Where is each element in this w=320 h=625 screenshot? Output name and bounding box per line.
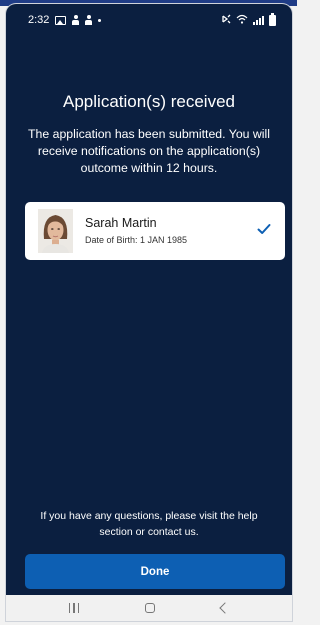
- home-icon[interactable]: [145, 603, 156, 613]
- applicant-name: Sarah Martin: [85, 216, 157, 230]
- done-button[interactable]: Done: [25, 554, 285, 589]
- back-icon[interactable]: [219, 602, 231, 614]
- help-text: If you have any questions, please visit …: [40, 510, 258, 538]
- confirmation-message: The application has been submitted. You …: [28, 127, 270, 175]
- phone-screen: 2:32 Application(s) received The applica…: [6, 4, 292, 621]
- gallery-icon: [55, 15, 67, 25]
- applicant-photo: [38, 209, 73, 253]
- page-title: Application(s) received: [63, 92, 235, 111]
- check-icon: [257, 224, 271, 234]
- recents-icon[interactable]: [68, 603, 80, 613]
- person-icon: [85, 15, 93, 25]
- status-left: 2:32: [28, 14, 102, 26]
- applicant-dob: Date of Birth: 1 JAN 1985: [85, 235, 188, 245]
- applicant-card[interactable]: Sarah Martin Date of Birth: 1 JAN 1985: [25, 202, 285, 260]
- battery-icon: [269, 12, 276, 26]
- status-time: 2:32: [28, 14, 50, 26]
- status-right: [221, 12, 276, 27]
- wifi-icon: [236, 14, 248, 27]
- notification-dot-icon: [98, 18, 102, 22]
- system-nav-bar: [6, 595, 292, 621]
- status-bar: 2:32: [6, 4, 292, 36]
- mute-icon: [221, 14, 231, 27]
- person-icon: [72, 15, 80, 25]
- signal-icon: [253, 15, 264, 25]
